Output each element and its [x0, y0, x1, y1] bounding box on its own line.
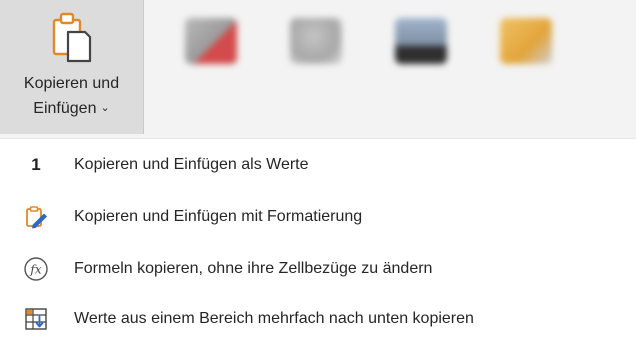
menu-item-paste-values[interactable]: 1 Kopieren und Einfügen als Werte — [0, 141, 636, 189]
ribbon-blurred-area — [145, 0, 636, 140]
copy-paste-button-label: Kopieren und Einfügen ⌄ — [0, 72, 143, 121]
menu-item-label: Kopieren und Einfügen als Werte — [74, 156, 309, 173]
ribbon-group-blurred-4[interactable] — [480, 12, 580, 130]
menu-item-label: Kopieren und Einfügen mit Formatierung — [74, 208, 363, 225]
ribbon-group-blurred-2[interactable] — [270, 12, 370, 130]
svg-text:fx: fx — [29, 263, 41, 277]
clipboard-icon — [51, 12, 93, 64]
copy-paste-label-line1: Kopieren und — [23, 75, 120, 92]
blurred-grey-icon — [290, 18, 342, 64]
chevron-down-icon: ⌄ — [100, 102, 110, 114]
number-1-icon: 1 — [22, 151, 50, 179]
menu-item-copy-formulas[interactable]: fx Formeln kopieren, ohne ihre Zellbezüg… — [0, 245, 636, 293]
menu-item-label: Formeln kopieren, ohne ihre Zellbezüge z… — [74, 260, 433, 277]
menu-item-fill-down-values[interactable]: Werte aus einem Bereich mehrfach nach un… — [0, 295, 636, 343]
copy-paste-label-line2-wrap: Einfügen ⌄ — [0, 96, 143, 121]
copy-paste-dropdown-menu: 1 Kopieren und Einfügen als Werte Kopier… — [0, 138, 636, 340]
ribbon-group-blurred-3[interactable] — [375, 12, 475, 130]
menu-item-label: Werte aus einem Bereich mehrfach nach un… — [74, 310, 474, 327]
formula-fx-icon: fx — [22, 255, 50, 283]
copy-paste-label-line2: Einfügen — [33, 100, 97, 117]
fill-down-icon — [22, 305, 50, 333]
menu-item-paste-with-formatting[interactable]: Kopieren und Einfügen mit Formatierung — [0, 193, 636, 241]
blurred-red-icon — [185, 18, 237, 64]
paste-format-icon — [22, 203, 50, 231]
menu-item-number: 1 — [31, 155, 41, 174]
copy-paste-button[interactable]: Kopieren und Einfügen ⌄ — [0, 0, 144, 134]
blurred-fill-icon — [395, 18, 447, 64]
blurred-brush-icon — [500, 18, 552, 64]
ribbon-group-blurred-1[interactable] — [165, 12, 265, 130]
ribbon: Kopieren und Einfügen ⌄ — [0, 0, 636, 140]
